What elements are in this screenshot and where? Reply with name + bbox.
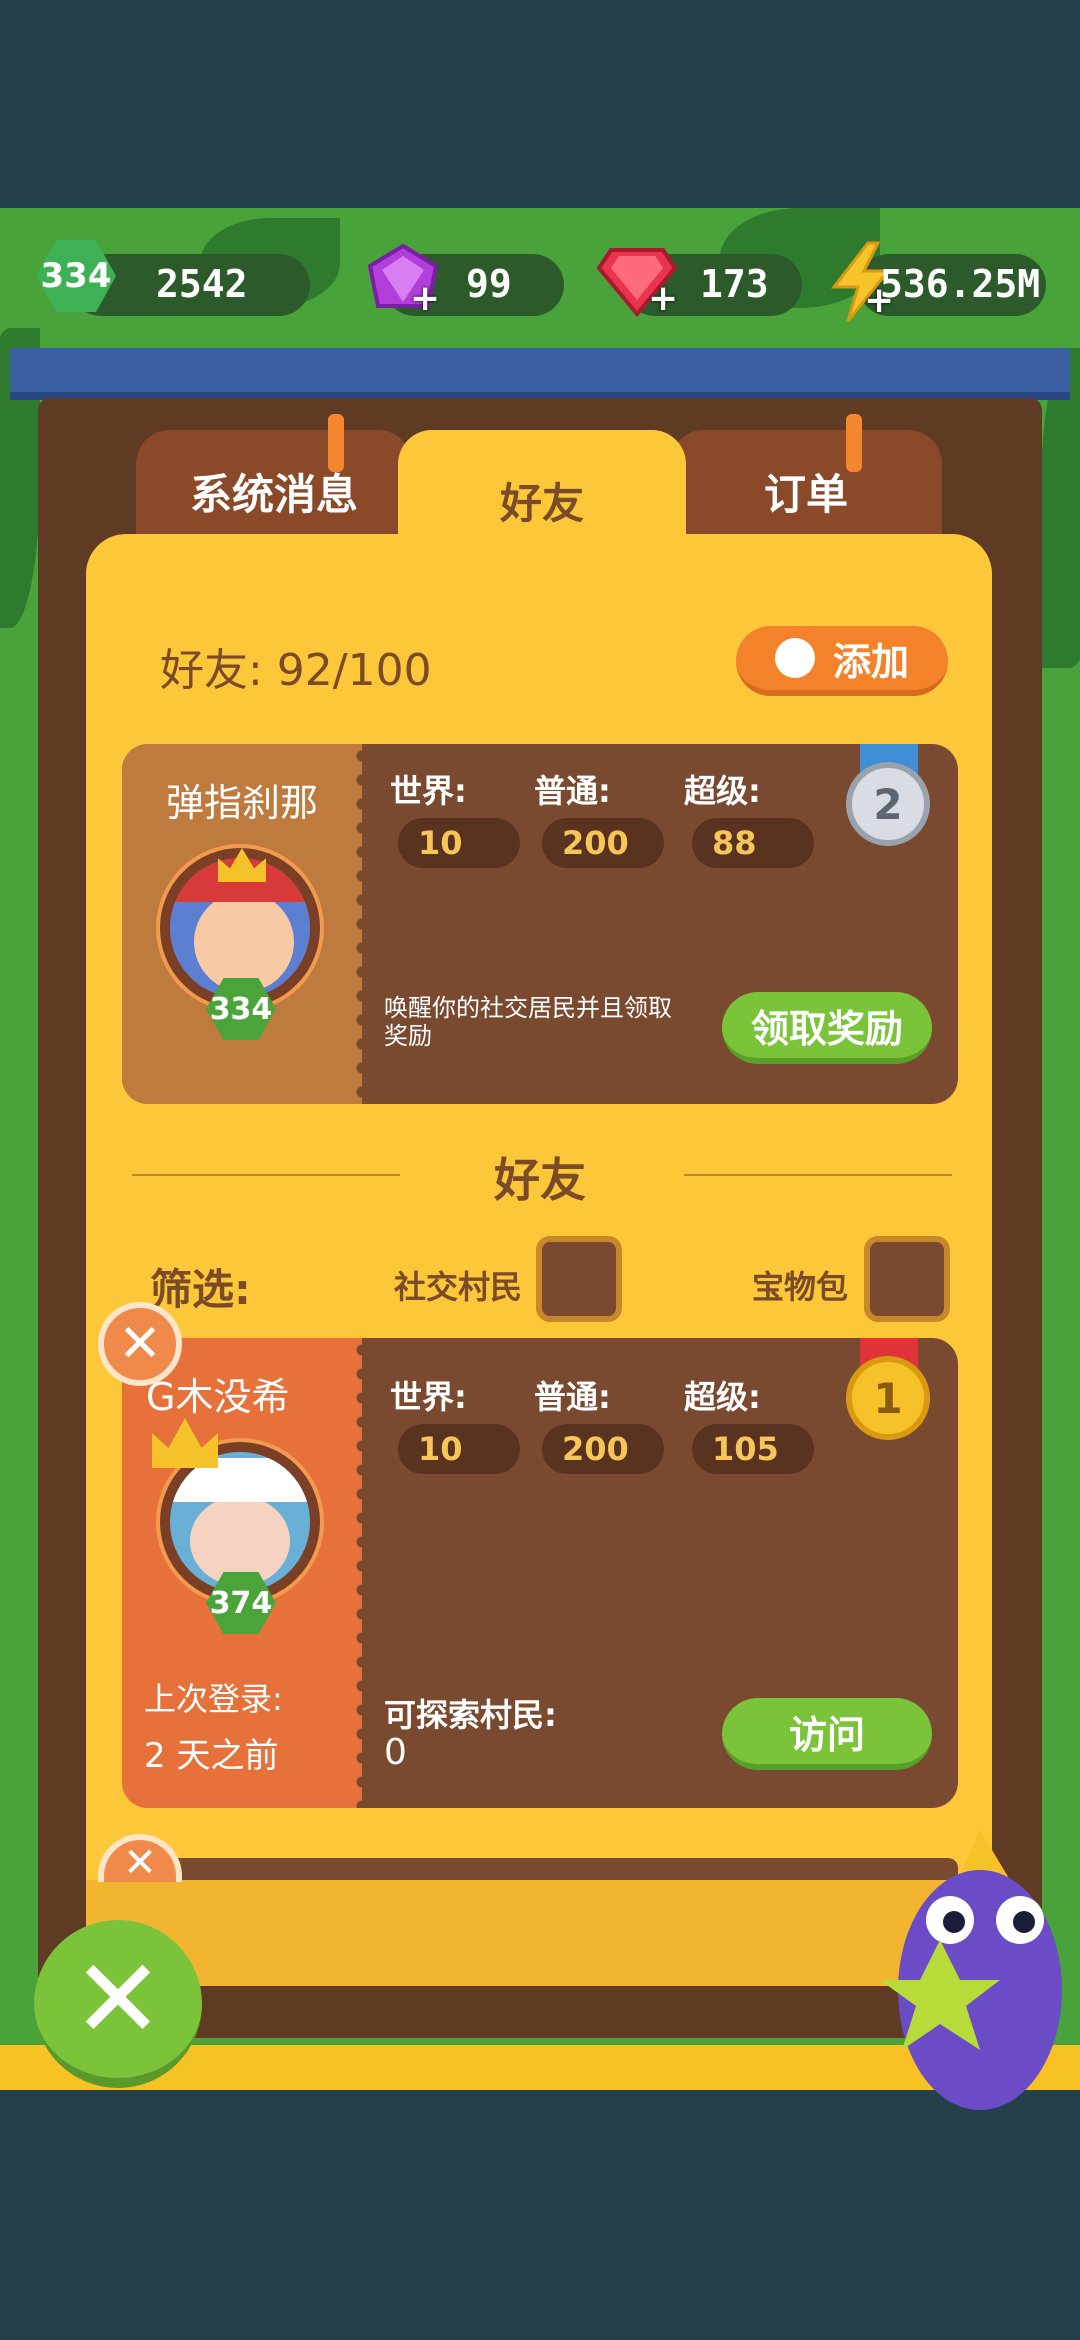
stat-super-value: 105: [692, 1424, 814, 1474]
tab-friends[interactable]: 好友: [398, 430, 686, 570]
rubies-value: 173: [700, 262, 769, 306]
stat-label-world: 世界:: [390, 772, 467, 810]
stat-label-normal: 普通:: [534, 1378, 611, 1416]
stat-normal-value: 200: [542, 1424, 664, 1474]
alert-icon: [846, 414, 862, 472]
section-title: 好友: [494, 1153, 586, 1207]
silver-medal-icon: 2: [846, 762, 930, 846]
tab-label: 好友: [499, 478, 584, 528]
xp-value: 2542: [156, 262, 248, 306]
add-friend-button[interactable]: 添加: [736, 626, 948, 696]
filter-label: 筛选:: [150, 1265, 251, 1314]
my-profile-card: 弹指刹那 334 世界: 普通: 超级: 10 200 88 2 唤醒你的社交居…: [122, 744, 958, 1104]
stat-label-super: 超级:: [684, 1378, 761, 1416]
rank-value: 2: [873, 779, 903, 829]
friends-count: 好友: 92/100: [160, 645, 432, 696]
claim-description: 唤醒你的社交居民并且领取奖励: [384, 994, 672, 1050]
filter-social-label: 社交村民: [394, 1268, 523, 1306]
filter-treasure-label: 宝物包: [752, 1268, 849, 1306]
stat-label-normal: 普通:: [534, 772, 611, 810]
remove-x-icon: ✕: [118, 1314, 162, 1374]
stat-label-super: 超级:: [684, 772, 761, 810]
remove-x-icon: ✕: [123, 1840, 157, 1886]
filter-treasure-checkbox[interactable]: [864, 1236, 950, 1322]
claim-reward-button[interactable]: 领取奖励: [722, 992, 932, 1064]
stat-super-value: 88: [692, 818, 814, 868]
close-button[interactable]: ✕: [34, 1920, 202, 2088]
filter-social-checkbox[interactable]: [536, 1236, 622, 1322]
friend-level: 374: [209, 1585, 273, 1621]
remove-friend-button[interactable]: ✕: [98, 1302, 182, 1386]
top-background: [0, 0, 1080, 208]
red-ruby-icon: +: [596, 242, 678, 320]
energy-value: 536.25M: [880, 262, 1041, 306]
alert-icon: [328, 414, 344, 472]
resource-bar: 334 2542 + 99 + 173 + 536.25M: [0, 236, 1080, 336]
mascot-icon: [880, 1830, 1070, 2120]
player-name: 弹指刹那: [165, 781, 318, 825]
panel-bottom: [86, 1880, 992, 1986]
stat-world-value: 10: [398, 1424, 520, 1474]
explorable-value: 0: [384, 1732, 407, 1773]
player-level: 334: [209, 991, 273, 1027]
visit-button-label: 访问: [788, 1712, 865, 1757]
gold-medal-icon: 1: [846, 1356, 930, 1440]
divider-line: [684, 1174, 952, 1176]
level-badge-value: 334: [40, 256, 112, 296]
divider-line: [132, 1174, 400, 1176]
visit-button[interactable]: 访问: [722, 1698, 932, 1770]
stat-world-value: 10: [398, 818, 520, 868]
explorable-label: 可探索村民:: [384, 1696, 557, 1734]
stat-label-world: 世界:: [390, 1378, 467, 1416]
next-friend-card: [122, 1858, 958, 1880]
claim-button-label: 领取奖励: [750, 1006, 903, 1051]
rank-value: 1: [873, 1373, 903, 1423]
board-frame-top: [10, 348, 1070, 400]
add-button-label: 添加: [832, 639, 909, 684]
tab-label: 订单: [763, 469, 848, 519]
stat-normal-value: 200: [542, 818, 664, 868]
close-icon: ✕: [71, 1935, 165, 2063]
gems-value: 99: [466, 262, 512, 306]
bottom-background: [0, 2090, 1080, 2340]
last-login-value: 2 天之前: [144, 1736, 279, 1776]
purple-gem-icon: +: [364, 242, 442, 320]
last-login-label: 上次登录:: [144, 1680, 283, 1718]
skull-add-icon: [774, 638, 815, 678]
friend-card: G木没希 374 上次登录: 2 天之前 世界: 普通: 超级: 10 200 …: [122, 1338, 958, 1808]
